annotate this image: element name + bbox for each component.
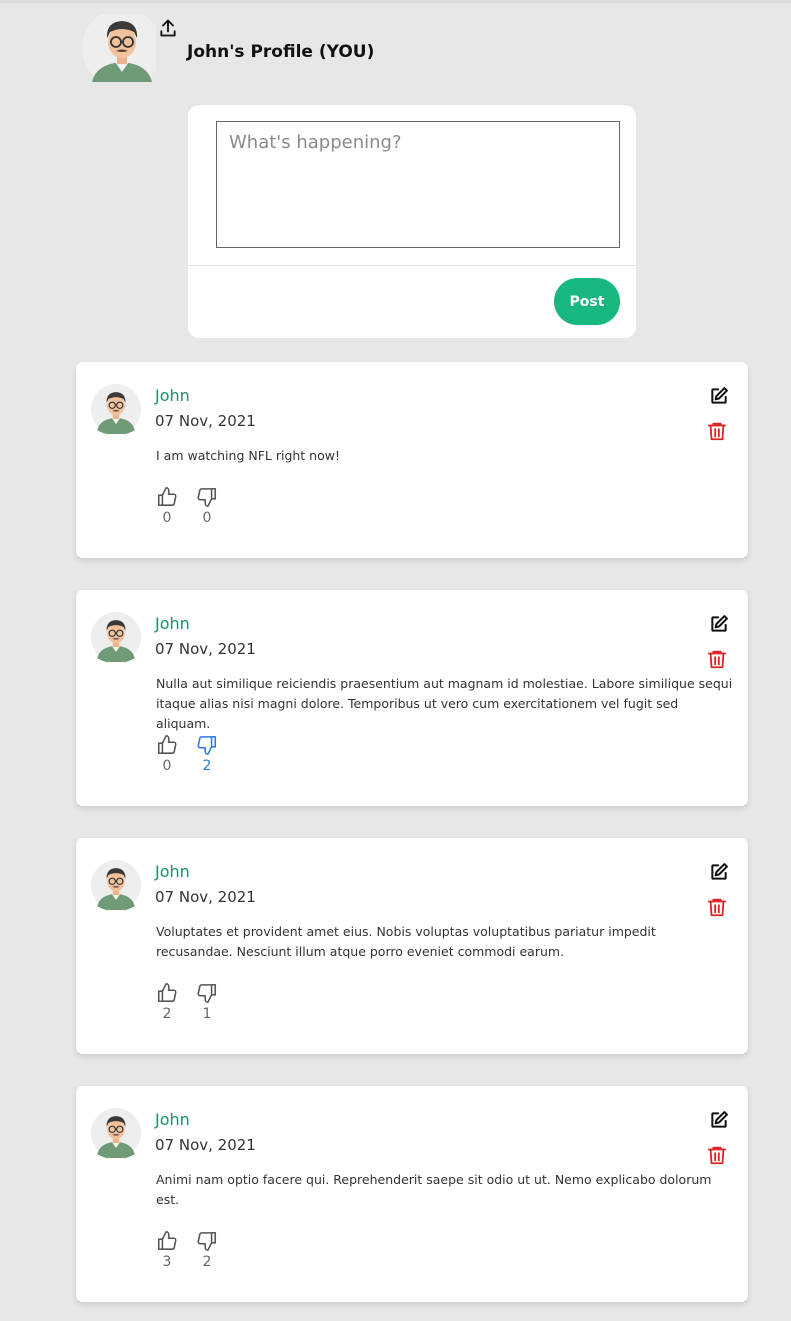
edit-icon[interactable] (709, 862, 729, 882)
post-text: Voluptates et provident amet eius. Nobis… (156, 924, 656, 959)
trash-icon[interactable] (706, 648, 728, 670)
like-button[interactable]: 3 (155, 1230, 179, 1270)
dislike-count: 2 (202, 1254, 212, 1270)
thumbs-down-icon (197, 1231, 217, 1251)
user-avatar (91, 860, 141, 910)
thumbs-down-icon (197, 487, 217, 507)
dislike-button[interactable]: 0 (195, 486, 219, 526)
upload-icon[interactable] (158, 17, 178, 39)
thumbs-up-icon (157, 735, 177, 755)
post-card: John 07 Nov, 2021 Animi nam optio facere… (76, 1086, 748, 1302)
page-title: John's Profile (YOU) (187, 42, 375, 62)
user-avatar (91, 384, 141, 434)
thumbs-up-icon (157, 983, 177, 1003)
thumbs-down-icon (197, 735, 217, 755)
like-button[interactable]: 0 (155, 734, 179, 774)
thumbs-down-icon (197, 983, 217, 1003)
like-count: 2 (162, 1006, 172, 1022)
post-author[interactable]: John (155, 1110, 190, 1129)
like-count: 3 (162, 1254, 172, 1270)
dislike-count: 0 (202, 510, 212, 526)
like-count: 0 (162, 758, 172, 774)
dislike-button[interactable]: 2 (195, 734, 219, 774)
post-text: Animi nam optio facere qui. Reprehenderi… (156, 1172, 712, 1207)
post-date: 07 Nov, 2021 (155, 1136, 256, 1154)
dislike-button[interactable]: 1 (195, 982, 219, 1022)
post-text: I am watching NFL right now! (156, 448, 340, 463)
post-card: John 07 Nov, 2021 Voluptates et providen… (76, 838, 748, 1054)
user-avatar (82, 14, 156, 82)
user-avatar (91, 612, 141, 662)
post-composer: Post (188, 105, 636, 338)
post-author[interactable]: John (155, 614, 190, 633)
dislike-count: 1 (202, 1006, 212, 1022)
post-button[interactable]: Post (554, 278, 620, 325)
post-card: John 07 Nov, 2021 I am watching NFL righ… (76, 362, 748, 558)
top-border (0, 0, 791, 3)
post-author[interactable]: John (155, 386, 190, 405)
dislike-count: 2 (202, 758, 212, 774)
user-avatar (91, 1108, 141, 1158)
post-date: 07 Nov, 2021 (155, 640, 256, 658)
edit-icon[interactable] (709, 1110, 729, 1130)
composer-divider (188, 265, 636, 266)
post-text: Nulla aut similique reiciendis praesenti… (156, 676, 733, 731)
thumbs-up-icon (157, 1231, 177, 1251)
edit-icon[interactable] (709, 614, 729, 634)
edit-icon[interactable] (709, 386, 729, 406)
trash-icon[interactable] (706, 420, 728, 442)
like-button[interactable]: 0 (155, 486, 179, 526)
trash-icon[interactable] (706, 896, 728, 918)
post-card: John 07 Nov, 2021 Nulla aut similique re… (76, 590, 748, 806)
post-date: 07 Nov, 2021 (155, 412, 256, 430)
thumbs-up-icon (157, 487, 177, 507)
trash-icon[interactable] (706, 1144, 728, 1166)
like-button[interactable]: 2 (155, 982, 179, 1022)
post-author[interactable]: John (155, 862, 190, 881)
like-count: 0 (162, 510, 172, 526)
dislike-button[interactable]: 2 (195, 1230, 219, 1270)
post-date: 07 Nov, 2021 (155, 888, 256, 906)
compose-input[interactable] (216, 121, 620, 248)
